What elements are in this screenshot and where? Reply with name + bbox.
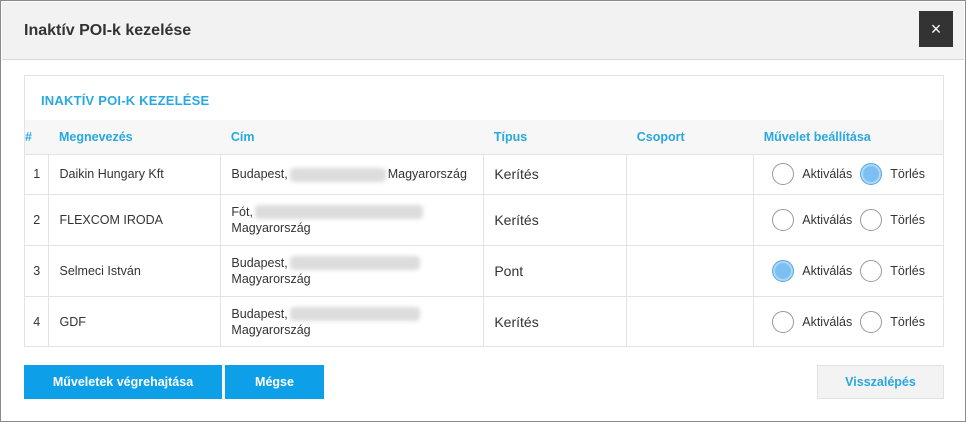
close-icon[interactable]: × <box>919 11 953 47</box>
row-address: Budapest, Magyarország <box>220 295 485 347</box>
radio-delete[interactable]: Törlés <box>860 310 925 333</box>
radio-activate-label: Aktiválás <box>802 212 853 227</box>
action-radio-group: Aktiválás Törlés <box>764 310 933 333</box>
row-name: FLEXCOM IRODA <box>48 193 222 245</box>
row-address: Budapest, Magyarország <box>220 244 485 296</box>
radio-activate-circle[interactable] <box>772 310 795 333</box>
action-radio-group: Aktiválás Törlés <box>764 163 933 185</box>
radio-activate[interactable]: Aktiválás <box>772 310 853 333</box>
radio-activate-label: Aktiválás <box>802 314 853 329</box>
row-num: 1 <box>25 153 50 194</box>
dialog: Inaktív POI-k kezelése × INAKTÍV POI-K K… <box>0 0 966 422</box>
redacted-address <box>289 307 420 322</box>
radio-delete-circle[interactable] <box>860 259 883 282</box>
address-city: Fót, <box>231 204 253 219</box>
redacted-address <box>289 167 386 182</box>
row-num: 4 <box>25 295 50 347</box>
header-address: Cím <box>220 120 484 154</box>
row-type: Kerítés <box>483 193 628 245</box>
radio-delete-label: Törlés <box>890 167 925 181</box>
radio-delete[interactable]: Törlés <box>860 163 925 185</box>
address-country: Magyarország <box>231 322 311 337</box>
row-action: Aktiválás Törlés <box>753 244 943 296</box>
back-button[interactable]: Visszalépés <box>817 365 944 399</box>
row-group <box>626 244 755 296</box>
header-num: # <box>25 120 49 154</box>
poi-table: # Megnevezés Cím Típus Csoport Művelet b… <box>25 120 943 347</box>
row-action: Aktiválás Törlés <box>753 193 943 245</box>
address-city: Budapest, <box>231 255 288 270</box>
table-row: 3 Selmeci István Budapest, Magyarország P… <box>25 244 943 296</box>
row-group <box>626 153 755 194</box>
radio-activate-circle[interactable] <box>772 163 795 185</box>
redacted-address <box>254 205 423 220</box>
panel-title: INAKTÍV POI-K KEZELÉSE <box>41 93 210 108</box>
address-country: Magyarország <box>231 271 311 286</box>
radio-delete-circle[interactable] <box>860 163 883 185</box>
radio-activate[interactable]: Aktiválás <box>772 208 853 231</box>
radio-delete-label: Törlés <box>890 212 925 227</box>
redacted-address <box>289 256 420 271</box>
row-type: Kerítés <box>483 295 628 347</box>
execute-actions-button[interactable]: Műveletek végrehajtása <box>24 365 222 399</box>
row-name: Selmeci István <box>48 244 222 296</box>
poi-panel: INAKTÍV POI-K KEZELÉSE # Megnevezés Cím … <box>24 75 944 347</box>
row-num: 3 <box>25 244 50 296</box>
header-name: Megnevezés <box>48 120 221 154</box>
radio-delete-label: Törlés <box>890 314 925 329</box>
radio-delete[interactable]: Törlés <box>860 259 925 282</box>
table-row: 4 GDF Budapest, Magyarország Kerítés Akti… <box>25 295 943 347</box>
row-type: Pont <box>483 244 628 296</box>
header-action: Művelet beállítása <box>753 120 943 154</box>
radio-delete-label: Törlés <box>890 263 925 278</box>
radio-activate-label: Aktiválás <box>802 263 853 278</box>
action-radio-group: Aktiválás Törlés <box>764 208 933 231</box>
radio-activate-label: Aktiválás <box>802 167 853 181</box>
row-name: GDF <box>48 295 222 347</box>
row-group <box>626 295 755 347</box>
radio-delete-circle[interactable] <box>860 310 883 333</box>
header-type: Típus <box>483 120 627 154</box>
radio-activate[interactable]: Aktiválás <box>772 163 852 185</box>
radio-activate-circle[interactable] <box>772 259 795 282</box>
row-address: Budapest, Magyarország <box>220 153 485 194</box>
address-city: Budapest, <box>231 306 288 321</box>
row-num: 2 <box>25 193 50 245</box>
action-radio-group: Aktiválás Törlés <box>764 259 933 282</box>
row-address: Fót, Magyarország <box>220 193 485 245</box>
cancel-button[interactable]: Mégse <box>225 365 324 399</box>
address-city: Budapest, <box>231 167 288 181</box>
table-header-row: # Megnevezés Cím Típus Csoport Művelet b… <box>25 120 943 154</box>
table-row: 2 FLEXCOM IRODA Fót, Magyarország Kerítés… <box>25 193 943 245</box>
dialog-title: Inaktív POI-k kezelése <box>24 22 192 39</box>
row-group <box>626 193 755 245</box>
address-country: Magyarország <box>231 220 311 235</box>
row-action: Aktiválás Törlés <box>753 295 943 347</box>
row-action: Aktiválás Törlés <box>753 153 943 194</box>
header-group: Csoport <box>626 120 754 154</box>
radio-delete-circle[interactable] <box>860 208 883 231</box>
row-name: Daikin Hungary Kft <box>48 153 222 194</box>
radio-activate[interactable]: Aktiválás <box>772 259 853 282</box>
row-type: Kerítés <box>483 153 628 194</box>
radio-activate-circle[interactable] <box>772 208 795 231</box>
dialog-header: Inaktív POI-k kezelése <box>2 2 964 60</box>
table-row: 1 Daikin Hungary Kft Budapest, Magyarorsz… <box>25 153 943 194</box>
address-country: Magyarország <box>387 167 467 181</box>
radio-delete[interactable]: Törlés <box>860 208 925 231</box>
